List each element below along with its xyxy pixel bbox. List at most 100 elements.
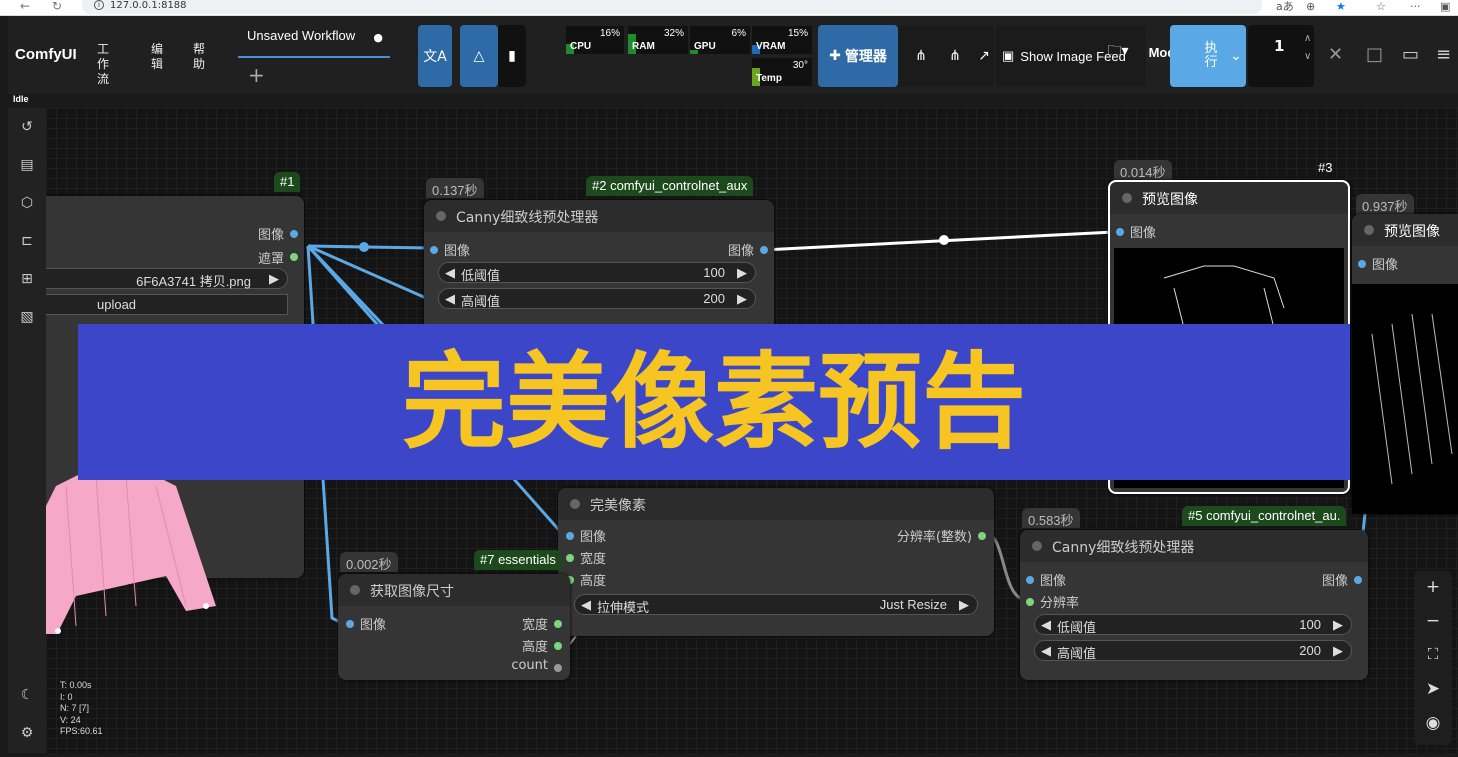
zoom-in-icon[interactable]: +: [1414, 577, 1452, 597]
translate-icon[interactable]: aあ: [1276, 0, 1294, 13]
zoom-icon[interactable]: ⊕: [1306, 0, 1315, 13]
arrow-left-icon[interactable]: ◀: [581, 597, 591, 613]
node-3-id: #3: [1318, 160, 1333, 175]
node-library-icon[interactable]: ⬡: [18, 194, 36, 212]
get-image-size-node[interactable]: 获取图像尺寸 图像 宽度 高度 count: [338, 574, 570, 680]
output-height-dot[interactable]: [554, 642, 562, 650]
output-width-dot[interactable]: [554, 620, 562, 628]
canny-node-2[interactable]: Canny细致线预处理器 图像 图像 ◀ 低阈值 100 ▶ ◀ 高阈值 200…: [424, 200, 774, 330]
collapse-dot[interactable]: [1122, 193, 1132, 203]
arrow-right-icon[interactable]: ▶: [1333, 643, 1343, 659]
low-threshold-widget[interactable]: ◀ 低阈值 100 ▶: [438, 262, 756, 283]
input-image-dot[interactable]: [1358, 260, 1366, 268]
folder-icon[interactable]: ⊏: [18, 232, 36, 250]
back-icon[interactable]: ←: [20, 0, 30, 13]
output-image-dot[interactable]: [760, 246, 768, 254]
share-button[interactable]: ⋔: [906, 25, 936, 87]
canny-node-2-header[interactable]: Canny细致线预处理器: [424, 200, 774, 232]
collapse-dot[interactable]: [570, 499, 580, 509]
arrow-left-icon[interactable]: ◀: [445, 265, 455, 281]
arrow-right-icon[interactable]: ▶: [1333, 617, 1343, 633]
gpu-value: 6%: [731, 28, 746, 39]
arrow-right-icon[interactable]: ▶: [737, 291, 747, 307]
more-icon[interactable]: ···: [1410, 0, 1421, 13]
increment-icon[interactable]: ∧: [1304, 33, 1311, 44]
arrow-left-icon[interactable]: ◀: [1041, 643, 1051, 659]
new-tab-button[interactable]: +: [248, 63, 265, 87]
fit-view-icon[interactable]: ⛶: [1414, 645, 1452, 663]
high-threshold-widget[interactable]: ◀ 高阈值 200 ▶: [438, 288, 756, 309]
menu-edit[interactable]: 编辑: [148, 42, 166, 72]
sidebar-toggle-icon[interactable]: ▣: [1440, 0, 1450, 13]
hamburger-icon[interactable]: ≡: [1436, 44, 1451, 65]
gallery-icon[interactable]: ▧: [18, 308, 36, 326]
eye-icon[interactable]: ◉: [1414, 713, 1452, 733]
input-image-dot[interactable]: [566, 532, 574, 540]
collapse-dot[interactable]: [1364, 225, 1374, 235]
collapse-dot[interactable]: [1032, 541, 1042, 551]
output-image-dot[interactable]: [290, 230, 298, 238]
output-image: 图像: [1321, 574, 1348, 589]
theme-moon-icon[interactable]: ☾: [18, 686, 36, 704]
batch-count-value[interactable]: 1: [1274, 37, 1284, 55]
close-icon[interactable]: ✕: [1328, 44, 1343, 65]
preview-node-4[interactable]: 预览图像 图像: [1352, 214, 1458, 514]
queue-icon[interactable]: ▤: [18, 156, 36, 174]
select-pointer-icon[interactable]: ➤: [1414, 679, 1452, 699]
canny-node-5[interactable]: Canny细致线预处理器 图像 分辨率 图像 ◀ 低阈值 100 ▶ ◀ 高阈值…: [1020, 530, 1368, 680]
preview-4-header[interactable]: 预览图像: [1352, 214, 1458, 246]
maximize-icon[interactable]: □: [1366, 44, 1383, 65]
bookmark-star-icon[interactable]: ★: [1336, 0, 1346, 13]
batch-count[interactable]: 1 ∧ ∨: [1248, 25, 1314, 87]
panel-icon[interactable]: ▭: [1402, 44, 1419, 65]
history-icon[interactable]: ↺: [18, 118, 36, 136]
output-mask-dot[interactable]: [290, 253, 298, 261]
more-tools-button[interactable]: ↗: [974, 25, 994, 87]
collapse-dot[interactable]: [436, 211, 446, 221]
input-image-dot[interactable]: [430, 246, 438, 254]
folder-button[interactable]: 🗀▾: [1098, 40, 1138, 64]
settings-gear-icon[interactable]: ⚙: [18, 724, 36, 742]
low-threshold-widget[interactable]: ◀ 低阈值 100 ▶: [1034, 614, 1352, 635]
menu-help[interactable]: 帮助: [190, 42, 208, 72]
menu-workflow[interactable]: 工作流: [94, 42, 112, 87]
workflow-tab[interactable]: Unsaved Workflow ●: [238, 22, 390, 58]
arrow-right-icon[interactable]: ▶: [959, 597, 969, 613]
address-bar[interactable]: i 127.0.0.1:8188: [82, 0, 1262, 14]
canny-node-5-header[interactable]: Canny细致线预处理器: [1020, 530, 1368, 562]
manager-button[interactable]: ✚ 管理器: [818, 25, 898, 87]
arrow-left-icon[interactable]: ◀: [445, 291, 455, 307]
zoom-out-icon[interactable]: −: [1414, 611, 1452, 631]
output-count-dot[interactable]: [554, 664, 562, 672]
preview-3-header[interactable]: 预览图像: [1110, 182, 1348, 214]
translate-button[interactable]: 文A: [418, 25, 452, 87]
resize-mode-widget[interactable]: ◀ 拉伸模式 Just Resize ▶: [574, 594, 978, 615]
upload-button[interactable]: upload: [46, 294, 288, 315]
file-select[interactable]: 6F6A3741 拷贝.png ▶: [46, 268, 288, 289]
app-logo[interactable]: ComfyUI: [15, 46, 77, 63]
chevron-down-icon[interactable]: ⌄: [1230, 48, 1242, 64]
high-threshold-widget[interactable]: ◀ 高阈值 200 ▶: [1034, 640, 1352, 661]
info-icon[interactable]: i: [94, 0, 104, 10]
cleanup-button[interactable]: △: [460, 25, 498, 87]
model-library-icon[interactable]: ⊞: [18, 270, 36, 288]
bookmark-button[interactable]: ▮: [498, 25, 526, 87]
output-resolution-dot[interactable]: [978, 532, 986, 540]
collapse-dot[interactable]: [350, 585, 360, 595]
decrement-icon[interactable]: ∨: [1304, 51, 1311, 62]
favorites-icon[interactable]: ☆: [1376, 0, 1386, 13]
output-image-dot[interactable]: [1354, 576, 1362, 584]
perfect-pixel-header[interactable]: 完美像素: [558, 488, 994, 520]
input-image-dot[interactable]: [346, 620, 354, 628]
run-button[interactable]: 执行 ⌄: [1170, 25, 1246, 87]
arrow-left-icon[interactable]: ◀: [1041, 617, 1051, 633]
reload-icon[interactable]: ↻: [52, 0, 62, 13]
arrow-right-icon[interactable]: ▶: [737, 265, 747, 281]
input-width-dot[interactable]: [566, 554, 574, 562]
get-image-size-header[interactable]: 获取图像尺寸: [338, 574, 570, 606]
input-resolution-dot[interactable]: [1026, 598, 1034, 606]
share-alt-button[interactable]: ⋔: [940, 25, 970, 87]
input-image-dot[interactable]: [1116, 228, 1124, 236]
perfect-pixel-node[interactable]: 完美像素 图像 宽度 高度 分辨率(整数) ◀ 拉伸模式 Just Resize…: [558, 488, 994, 636]
input-image-dot[interactable]: [1026, 576, 1034, 584]
